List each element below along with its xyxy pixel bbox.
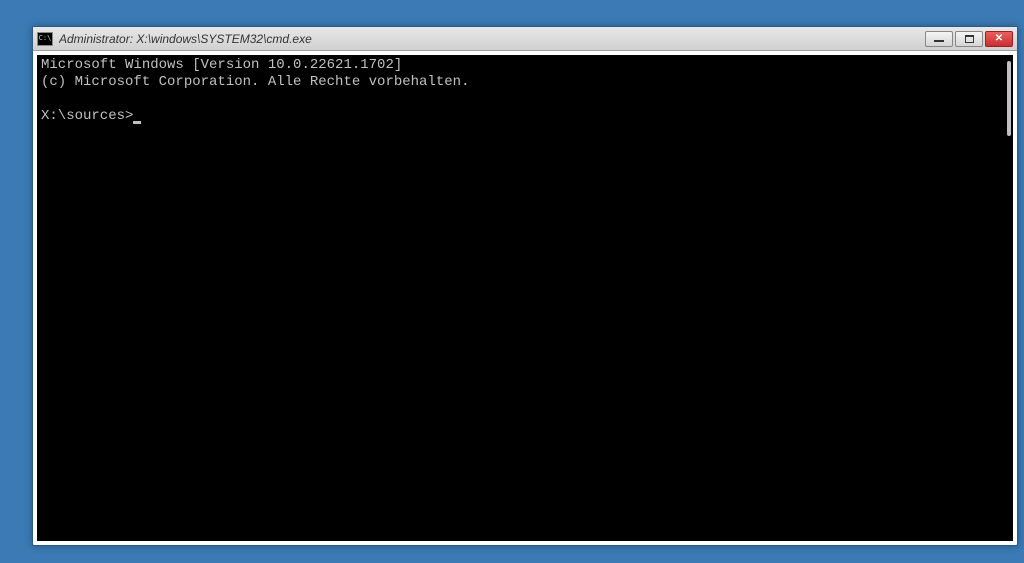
console-line-version: Microsoft Windows [Version 10.0.22621.17… — [41, 57, 402, 73]
close-button[interactable]: ✕ — [985, 31, 1013, 47]
console-area[interactable]: Microsoft Windows [Version 10.0.22621.17… — [37, 55, 1013, 541]
titlebar[interactable]: C:\ Administrator: X:\windows\SYSTEM32\c… — [33, 27, 1017, 51]
text-cursor — [133, 121, 141, 124]
maximize-button[interactable] — [955, 31, 983, 47]
console-prompt: X:\sources> — [41, 108, 133, 124]
console-output: Microsoft Windows [Version 10.0.22621.17… — [37, 55, 1013, 125]
command-prompt-window: C:\ Administrator: X:\windows\SYSTEM32\c… — [32, 26, 1018, 546]
minimize-icon — [934, 40, 944, 42]
minimize-button[interactable] — [925, 31, 953, 47]
window-controls: ✕ — [925, 31, 1013, 47]
vertical-scrollbar[interactable] — [1007, 61, 1011, 136]
close-icon: ✕ — [995, 34, 1003, 44]
cmd-icon: C:\ — [37, 32, 53, 46]
cmd-icon-label: C:\ — [39, 35, 52, 42]
console-line-copyright: (c) Microsoft Corporation. Alle Rechte v… — [41, 74, 469, 90]
window-title: Administrator: X:\windows\SYSTEM32\cmd.e… — [59, 32, 925, 46]
maximize-icon — [965, 35, 974, 43]
